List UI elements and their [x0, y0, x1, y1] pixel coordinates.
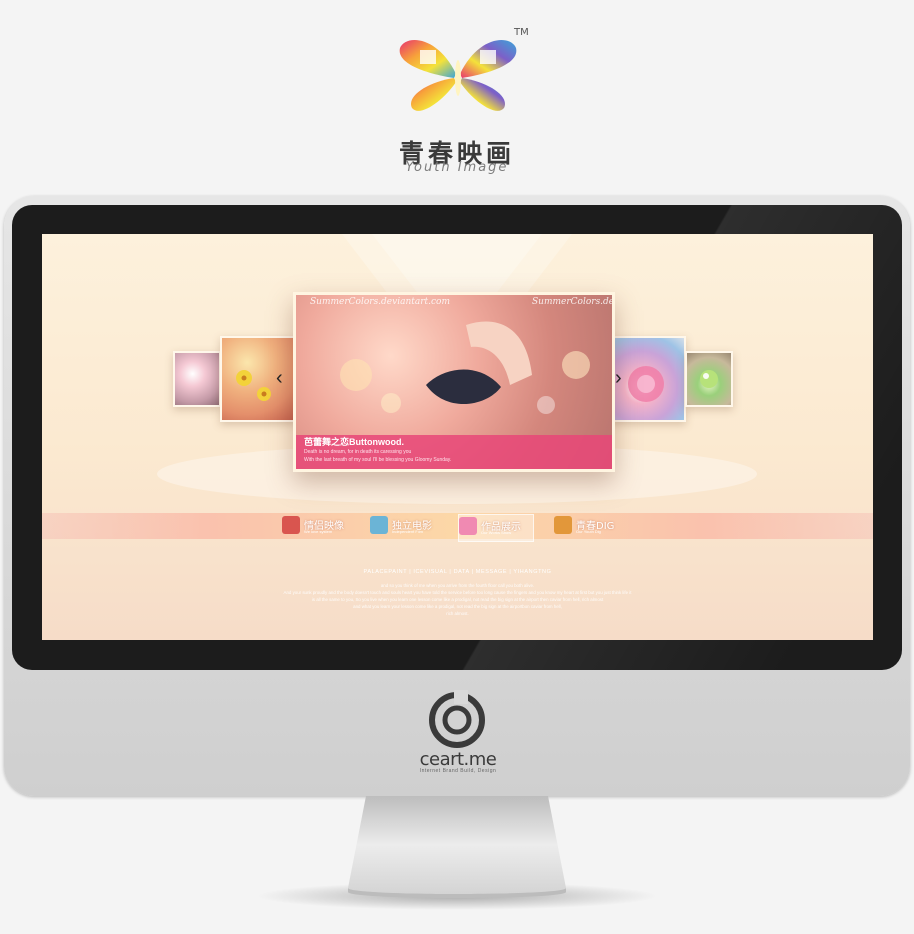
nav-sublabel: Independent Film: [392, 529, 423, 534]
footer-line: and so you think of me when you arrive f…: [380, 583, 535, 588]
droplet-icon: [700, 370, 718, 388]
nav-sublabel: Our Works Show: [481, 530, 512, 535]
trademark-symbol: TM: [514, 27, 529, 38]
brand-logo-area: TM 青春映画 Youth Image: [0, 0, 914, 190]
nav-item-couple[interactable]: 情侣映像 We love system: [282, 514, 350, 540]
carousel-thumb-droplet[interactable]: [685, 351, 733, 407]
footer-line: is all the same to you, So you live when…: [311, 597, 604, 602]
footer-line: And your sunk proudly and the body doesn…: [283, 590, 632, 595]
nav-sublabel: Our Youth Dig: [576, 529, 601, 534]
carousel-next-arrow-icon[interactable]: ›: [615, 368, 622, 388]
heart-gallery-icon: [459, 517, 477, 535]
featured-watermark: SummerColors.deviantart.com: [310, 297, 451, 307]
carousel-prev-arrow-icon[interactable]: ‹: [276, 368, 283, 388]
website-screen: SummerColors.deviantart.com SummerColors…: [42, 234, 873, 640]
flower-icon: [236, 370, 271, 401]
footer-line: rich almost.: [446, 611, 469, 616]
caption-line-2: With the last breath of my soul I'll be …: [304, 457, 452, 463]
featured-caption: 芭蕾舞之恋Buttonwood. Death is no dream, for …: [296, 435, 612, 469]
carousel-thumb-flower[interactable]: [220, 336, 296, 422]
brand-name-en: Youth Image: [405, 160, 509, 175]
nav-item-indie-film[interactable]: 独立电影 Independent Film: [370, 514, 440, 540]
nav-item-youth-dig[interactable]: 青春DIG Our Youth Dig: [554, 514, 626, 540]
carousel-featured-slide[interactable]: SummerColors.deviantart.com SummerColors…: [293, 292, 615, 472]
carousel-thumb-teacup[interactable]: [173, 351, 221, 407]
footer-paragraph: and so you think of me when you arrive f…: [252, 582, 663, 617]
footer-links[interactable]: PALACEPAINT | ICEVISUAL | DATA | MESSAGE…: [42, 569, 873, 575]
caption-line-1: Death is no dream, for in death its care…: [304, 449, 412, 455]
butterfly-logo-icon: [399, 40, 517, 111]
rose-icon: [628, 366, 664, 402]
nav-sublabel: We love system: [304, 529, 333, 534]
chin-brand-tagline: Internet Brand Build, Design: [419, 768, 497, 774]
ceart-logo-icon: [429, 690, 485, 748]
film-clapper-icon: [282, 516, 300, 534]
monitor-stand: [257, 796, 657, 910]
caption-title: 芭蕾舞之恋Buttonwood.: [304, 437, 404, 447]
nav-item-works[interactable]: 作品展示 Our Works Show: [458, 514, 534, 542]
chin-brand-name: ceart.me: [419, 749, 497, 770]
featured-watermark-right: SummerColors.deviantart.com: [532, 297, 615, 307]
camera-icon: [554, 516, 572, 534]
footer-line: and what you learn your lesson come like…: [353, 604, 562, 609]
film-reel-icon: [370, 516, 388, 534]
